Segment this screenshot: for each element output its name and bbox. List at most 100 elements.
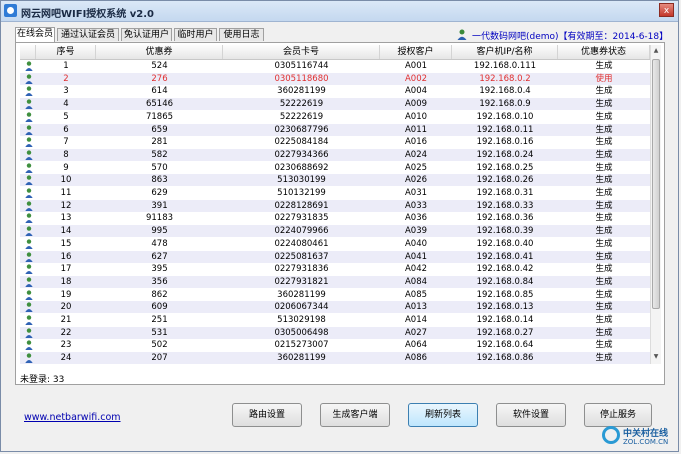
cell-client: A084 [404, 276, 428, 287]
cell-client: A014 [404, 315, 428, 325]
cell-client: A001 [404, 61, 428, 71]
cell-index: 18 [60, 276, 72, 287]
col-header-coupon-status[interactable]: 优惠券状态 [558, 45, 650, 59]
cell-card-no: 0215273007 [274, 340, 329, 351]
vertical-scrollbar[interactable]: ▲ ▼ [650, 45, 661, 364]
table-row[interactable]: 18 356 0227931821 A084 192.168.0.84 生成 [20, 275, 650, 288]
table-row[interactable]: 19 862 360281199 A085 192.168.0.85 生成 [20, 289, 650, 301]
col-header-coupon[interactable]: 优惠券 [96, 45, 223, 59]
cell-client: A002 [404, 73, 428, 84]
table-header: 序号 优惠券 会员卡号 授权客户 客户机IP/名称 优惠券状态 [20, 45, 650, 60]
license-info[interactable]: 一代数码网吧(demo)【有效期至：2014-6-18】 [472, 29, 668, 42]
cell-coupon: 65146 [145, 99, 174, 110]
refresh-list-button[interactable]: 刷新列表 [408, 403, 478, 427]
cell-card-no: 0225084184 [274, 137, 329, 148]
cell-coupon: 582 [151, 149, 168, 160]
cell-card-no: 0305118680 [274, 73, 329, 84]
table-row[interactable]: 17 395 0227931836 A042 192.168.0.42 生成 [20, 263, 650, 275]
tab-exempt-users[interactable]: 免认证用户 [121, 28, 172, 41]
user-status-icon [25, 74, 33, 84]
cell-coupon-status: 生成 [595, 251, 613, 262]
table-row[interactable]: 20 609 0206067344 A013 192.168.0.13 生成 [20, 301, 650, 314]
table-row[interactable]: 9 570 0230688692 A025 192.168.0.25 生成 [20, 162, 650, 174]
cell-client: A031 [404, 188, 428, 198]
cell-client: A064 [404, 340, 428, 351]
tab-temp-users[interactable]: 临时用户 [174, 28, 217, 41]
cell-coupon: 356 [151, 276, 168, 287]
table-row[interactable]: 11 629 510132199 A031 192.168.0.31 生成 [20, 187, 650, 199]
cell-card-no: 0228128691 [274, 200, 329, 211]
cell-coupon-status: 生成 [595, 238, 613, 249]
table-row[interactable]: 21 251 513029198 A014 192.168.0.14 生成 [20, 314, 650, 326]
table-row[interactable]: 13 91183 0227931835 A036 192.168.0.36 生成 [20, 212, 650, 224]
table-row[interactable]: 6 659 0230687796 A011 192.168.0.11 生成 [20, 123, 650, 136]
table-row[interactable]: 23 502 0215273007 A064 192.168.0.64 生成 [20, 339, 650, 351]
tab-verified-members[interactable]: 通过认证会员 [57, 28, 119, 41]
table-row[interactable]: 12 391 0228128691 A033 192.168.0.33 生成 [20, 199, 650, 212]
scroll-thumb[interactable] [652, 59, 660, 309]
user-status-icon [25, 188, 33, 198]
online-members-panel: 序号 优惠券 会员卡号 授权客户 客户机IP/名称 优惠券状态 1 524 0305… [15, 42, 665, 385]
table-row[interactable]: 5 71865 52222619 A010 192.168.0.10 生成 [20, 111, 650, 123]
cell-card-no: 0206067344 [274, 302, 329, 313]
cell-ip: 192.168.0.16 [476, 137, 534, 148]
title-bar[interactable]: 网云网吧WIFI授权系统 v2.0 x [1, 1, 678, 22]
cell-coupon: 531 [151, 327, 168, 338]
col-header-card-no[interactable]: 会员卡号 [223, 45, 380, 59]
cell-index: 14 [60, 226, 72, 237]
table-row[interactable]: 10 863 513030199 A026 192.168.0.26 生成 [20, 174, 650, 187]
cell-ip: 192.168.0.14 [476, 315, 534, 325]
table-row[interactable]: 15 478 0224080461 A040 192.168.0.40 生成 [20, 238, 650, 250]
table-row[interactable]: 3 614 360281199 A004 192.168.0.4 生成 [20, 85, 650, 97]
cell-ip: 192.168.0.11 [476, 124, 534, 135]
software-settings-button[interactable]: 软件设置 [496, 403, 566, 427]
cell-coupon-status: 生成 [595, 276, 613, 287]
website-link[interactable]: www.netbarwifi.com [24, 412, 121, 423]
table-row[interactable]: 7 281 0225084184 A016 192.168.0.16 生成 [20, 136, 650, 148]
table-row[interactable]: 4 65146 52222619 A009 192.168.0.9 生成 [20, 98, 650, 111]
cell-card-no: 360281199 [277, 353, 326, 364]
cell-index: 13 [60, 213, 72, 224]
col-header-client[interactable]: 授权客户 [380, 45, 452, 59]
zol-logo-icon [602, 426, 620, 444]
cell-card-no: 0230687796 [274, 124, 329, 135]
table-row[interactable]: 22 531 0305006498 A027 192.168.0.27 生成 [20, 326, 650, 339]
user-status-icon [25, 251, 33, 262]
cell-coupon-status: 生成 [595, 149, 613, 160]
table-row[interactable]: 16 627 0225081637 A041 192.168.0.41 生成 [20, 250, 650, 263]
cell-coupon-status: 生成 [595, 353, 613, 364]
table-row[interactable]: 1 524 0305116744 A001 192.168.0.111 生成 [20, 60, 650, 72]
cell-coupon: 627 [151, 251, 168, 262]
user-icon [457, 29, 467, 40]
cell-client: A016 [404, 137, 428, 148]
cell-card-no: 0230688692 [274, 162, 329, 173]
generate-client-button[interactable]: 生成客户端 [320, 403, 390, 427]
table-row[interactable]: 14 995 0224079966 A039 192.168.0.39 生成 [20, 225, 650, 238]
scroll-up-icon[interactable]: ▲ [651, 46, 661, 56]
cell-ip: 192.168.0.10 [476, 111, 534, 122]
table-row[interactable]: 8 582 0227934366 A024 192.168.0.24 生成 [20, 148, 650, 161]
table-row[interactable]: 2 276 0305118680 A002 192.168.0.2 使用 [20, 72, 650, 85]
cell-card-no: 0227931821 [274, 276, 329, 287]
cell-index: 16 [60, 251, 72, 262]
cell-coupon-status: 生成 [595, 61, 613, 71]
table-row[interactable]: 24 207 360281199 A086 192.168.0.86 生成 [20, 352, 650, 364]
tab-usage-log[interactable]: 使用日志 [219, 28, 264, 41]
cell-client: A011 [404, 124, 428, 135]
scroll-down-icon[interactable]: ▼ [651, 352, 661, 362]
router-settings-button[interactable]: 路由设置 [232, 403, 302, 427]
cell-card-no: 0305116744 [274, 61, 329, 71]
cell-client: A026 [404, 175, 428, 186]
zol-watermark: 中关村在线 ZOL.COM.CN [602, 424, 680, 452]
cell-ip: 192.168.0.4 [479, 86, 531, 97]
cell-coupon-status: 生成 [595, 86, 613, 97]
col-header-index[interactable]: 序号 [36, 45, 96, 59]
tab-online-members[interactable]: 在线会员 [15, 27, 55, 42]
user-status-icon [25, 277, 33, 287]
cell-card-no: 0225081637 [274, 251, 329, 262]
col-header-ip[interactable]: 客户机IP/名称 [452, 45, 558, 59]
cell-index: 3 [63, 86, 69, 97]
cell-client: A010 [404, 111, 428, 122]
close-button[interactable]: x [659, 3, 674, 17]
cell-client: A040 [404, 238, 428, 249]
